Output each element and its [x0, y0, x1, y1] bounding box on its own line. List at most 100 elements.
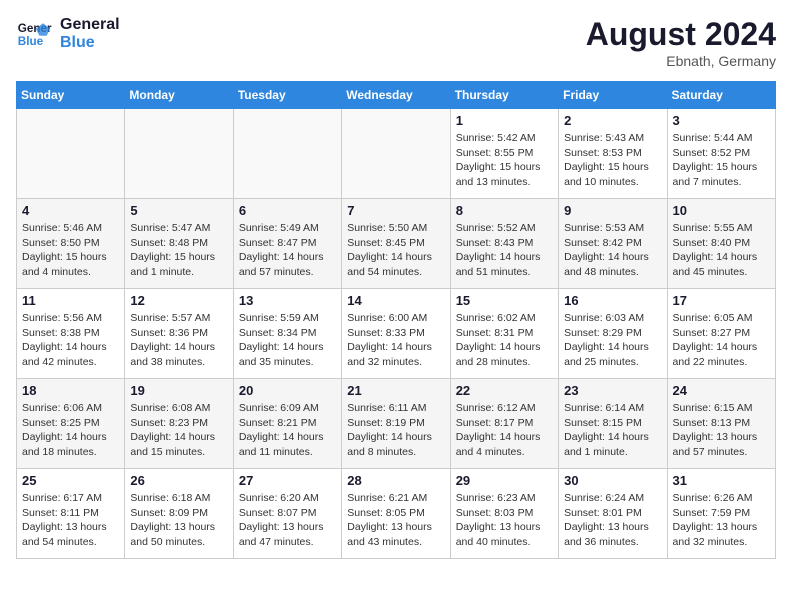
calendar-cell: 27 Sunrise: 6:20 AMSunset: 8:07 PMDayligh… — [233, 469, 341, 559]
title-block: August 2024 Ebnath, Germany — [586, 16, 776, 69]
day-info: Sunrise: 5:46 AMSunset: 8:50 PMDaylight:… — [22, 221, 119, 280]
calendar-cell: 31 Sunrise: 6:26 AMSunset: 7:59 PMDayligh… — [667, 469, 775, 559]
calendar-cell: 13 Sunrise: 5:59 AMSunset: 8:34 PMDayligh… — [233, 289, 341, 379]
day-number: 24 — [673, 383, 770, 398]
day-info: Sunrise: 6:06 AMSunset: 8:25 PMDaylight:… — [22, 401, 119, 460]
calendar-cell: 8 Sunrise: 5:52 AMSunset: 8:43 PMDaylight… — [450, 199, 558, 289]
col-header-friday: Friday — [559, 82, 667, 109]
calendar-cell: 20Sunrise: 6:09 AMSunset: 8:21 PMDayligh… — [233, 379, 341, 469]
calendar-cell — [17, 109, 125, 199]
calendar-cell: 30 Sunrise: 6:24 AMSunset: 8:01 PMDayligh… — [559, 469, 667, 559]
week-row-4: 18 Sunrise: 6:06 AMSunset: 8:25 PMDayligh… — [17, 379, 776, 469]
day-number: 2 — [564, 113, 661, 128]
calendar-header-row: SundayMondayTuesdayWednesdayThursdayFrid… — [17, 82, 776, 109]
day-info: Sunrise: 5:50 AMSunset: 8:45 PMDaylight:… — [347, 221, 444, 280]
calendar-cell: 10 Sunrise: 5:55 AMSunset: 8:40 PMDayligh… — [667, 199, 775, 289]
calendar-cell: 12 Sunrise: 5:57 AMSunset: 8:36 PMDayligh… — [125, 289, 233, 379]
day-number: 3 — [673, 113, 770, 128]
calendar-cell: 21 Sunrise: 6:11 AMSunset: 8:19 PMDayligh… — [342, 379, 450, 469]
calendar-cell — [342, 109, 450, 199]
day-number: 31 — [673, 473, 770, 488]
day-info: Sunrise: 5:59 AMSunset: 8:34 PMDaylight:… — [239, 311, 336, 370]
calendar-cell: 23Sunrise: 6:14 AMSunset: 8:15 PMDayligh… — [559, 379, 667, 469]
day-number: 11 — [22, 293, 119, 308]
day-info: Sunrise: 5:52 AMSunset: 8:43 PMDaylight:… — [456, 221, 553, 280]
day-info: Sunrise: 6:18 AMSunset: 8:09 PMDaylight:… — [130, 491, 227, 550]
col-header-monday: Monday — [125, 82, 233, 109]
day-info: Sunrise: 5:42 AMSunset: 8:55 PMDaylight:… — [456, 131, 553, 190]
day-number: 22 — [456, 383, 553, 398]
day-number: 28 — [347, 473, 444, 488]
calendar-cell: 15 Sunrise: 6:02 AMSunset: 8:31 PMDayligh… — [450, 289, 558, 379]
day-info: Sunrise: 6:00 AMSunset: 8:33 PMDaylight:… — [347, 311, 444, 370]
day-number: 4 — [22, 203, 119, 218]
col-header-thursday: Thursday — [450, 82, 558, 109]
day-number: 8 — [456, 203, 553, 218]
calendar-cell: 17 Sunrise: 6:05 AMSunset: 8:27 PMDayligh… — [667, 289, 775, 379]
day-info: Sunrise: 6:26 AMSunset: 7:59 PMDaylight:… — [673, 491, 770, 550]
day-number: 19 — [130, 383, 227, 398]
calendar-cell: 5Sunrise: 5:47 AMSunset: 8:48 PMDaylight… — [125, 199, 233, 289]
day-info: Sunrise: 5:57 AMSunset: 8:36 PMDaylight:… — [130, 311, 227, 370]
day-info: Sunrise: 6:12 AMSunset: 8:17 PMDaylight:… — [456, 401, 553, 460]
day-info: Sunrise: 6:08 AMSunset: 8:23 PMDaylight:… — [130, 401, 227, 460]
calendar-cell: 11 Sunrise: 5:56 AMSunset: 8:38 PMDayligh… — [17, 289, 125, 379]
day-number: 17 — [673, 293, 770, 308]
day-info: Sunrise: 6:05 AMSunset: 8:27 PMDaylight:… — [673, 311, 770, 370]
logo-general: General — [60, 16, 120, 34]
day-info: Sunrise: 5:47 AMSunset: 8:48 PMDaylight:… — [130, 221, 227, 280]
week-row-5: 25Sunrise: 6:17 AMSunset: 8:11 PMDayligh… — [17, 469, 776, 559]
day-number: 18 — [22, 383, 119, 398]
day-number: 13 — [239, 293, 336, 308]
day-info: Sunrise: 6:20 AMSunset: 8:07 PMDaylight:… — [239, 491, 336, 550]
day-info: Sunrise: 6:23 AMSunset: 8:03 PMDaylight:… — [456, 491, 553, 550]
calendar-cell: 28 Sunrise: 6:21 AMSunset: 8:05 PMDayligh… — [342, 469, 450, 559]
calendar-cell: 16 Sunrise: 6:03 AMSunset: 8:29 PMDayligh… — [559, 289, 667, 379]
calendar-cell — [233, 109, 341, 199]
day-number: 12 — [130, 293, 227, 308]
day-number: 7 — [347, 203, 444, 218]
logo-blue: Blue — [60, 34, 120, 52]
day-number: 23 — [564, 383, 661, 398]
day-info: Sunrise: 5:56 AMSunset: 8:38 PMDaylight:… — [22, 311, 119, 370]
calendar-cell: 2 Sunrise: 5:43 AMSunset: 8:53 PMDaylight… — [559, 109, 667, 199]
calendar-cell: 19 Sunrise: 6:08 AMSunset: 8:23 PMDayligh… — [125, 379, 233, 469]
col-header-wednesday: Wednesday — [342, 82, 450, 109]
calendar-cell: 24 Sunrise: 6:15 AMSunset: 8:13 PMDayligh… — [667, 379, 775, 469]
calendar-cell — [125, 109, 233, 199]
day-info: Sunrise: 6:24 AMSunset: 8:01 PMDaylight:… — [564, 491, 661, 550]
day-info: Sunrise: 6:03 AMSunset: 8:29 PMDaylight:… — [564, 311, 661, 370]
day-number: 15 — [456, 293, 553, 308]
day-info: Sunrise: 6:09 AMSunset: 8:21 PMDaylight:… — [239, 401, 336, 460]
calendar-cell: 3 Sunrise: 5:44 AMSunset: 8:52 PMDaylight… — [667, 109, 775, 199]
calendar-cell: 9Sunrise: 5:53 AMSunset: 8:42 PMDaylight… — [559, 199, 667, 289]
col-header-tuesday: Tuesday — [233, 82, 341, 109]
day-number: 26 — [130, 473, 227, 488]
calendar-cell: 14Sunrise: 6:00 AMSunset: 8:33 PMDayligh… — [342, 289, 450, 379]
calendar-cell: 6Sunrise: 5:49 AMSunset: 8:47 PMDaylight… — [233, 199, 341, 289]
logo: General Blue General Blue — [16, 16, 120, 52]
day-info: Sunrise: 5:44 AMSunset: 8:52 PMDaylight:… — [673, 131, 770, 190]
day-number: 21 — [347, 383, 444, 398]
day-info: Sunrise: 5:43 AMSunset: 8:53 PMDaylight:… — [564, 131, 661, 190]
day-info: Sunrise: 6:11 AMSunset: 8:19 PMDaylight:… — [347, 401, 444, 460]
page-header: General Blue General Blue August 2024 Eb… — [16, 16, 776, 69]
calendar-cell: 29 Sunrise: 6:23 AMSunset: 8:03 PMDayligh… — [450, 469, 558, 559]
day-number: 9 — [564, 203, 661, 218]
day-info: Sunrise: 5:55 AMSunset: 8:40 PMDaylight:… — [673, 221, 770, 280]
day-info: Sunrise: 6:21 AMSunset: 8:05 PMDaylight:… — [347, 491, 444, 550]
calendar-cell: 22 Sunrise: 6:12 AMSunset: 8:17 PMDayligh… — [450, 379, 558, 469]
day-number: 10 — [673, 203, 770, 218]
calendar-cell: 25Sunrise: 6:17 AMSunset: 8:11 PMDayligh… — [17, 469, 125, 559]
calendar-cell: 4 Sunrise: 5:46 AMSunset: 8:50 PMDaylight… — [17, 199, 125, 289]
day-number: 27 — [239, 473, 336, 488]
day-number: 16 — [564, 293, 661, 308]
day-info: Sunrise: 6:17 AMSunset: 8:11 PMDaylight:… — [22, 491, 119, 550]
week-row-3: 11 Sunrise: 5:56 AMSunset: 8:38 PMDayligh… — [17, 289, 776, 379]
day-number: 29 — [456, 473, 553, 488]
day-info: Sunrise: 6:02 AMSunset: 8:31 PMDaylight:… — [456, 311, 553, 370]
day-number: 30 — [564, 473, 661, 488]
day-info: Sunrise: 6:15 AMSunset: 8:13 PMDaylight:… — [673, 401, 770, 460]
calendar-cell: 7 Sunrise: 5:50 AMSunset: 8:45 PMDaylight… — [342, 199, 450, 289]
calendar-cell: 1Sunrise: 5:42 AMSunset: 8:55 PMDaylight… — [450, 109, 558, 199]
